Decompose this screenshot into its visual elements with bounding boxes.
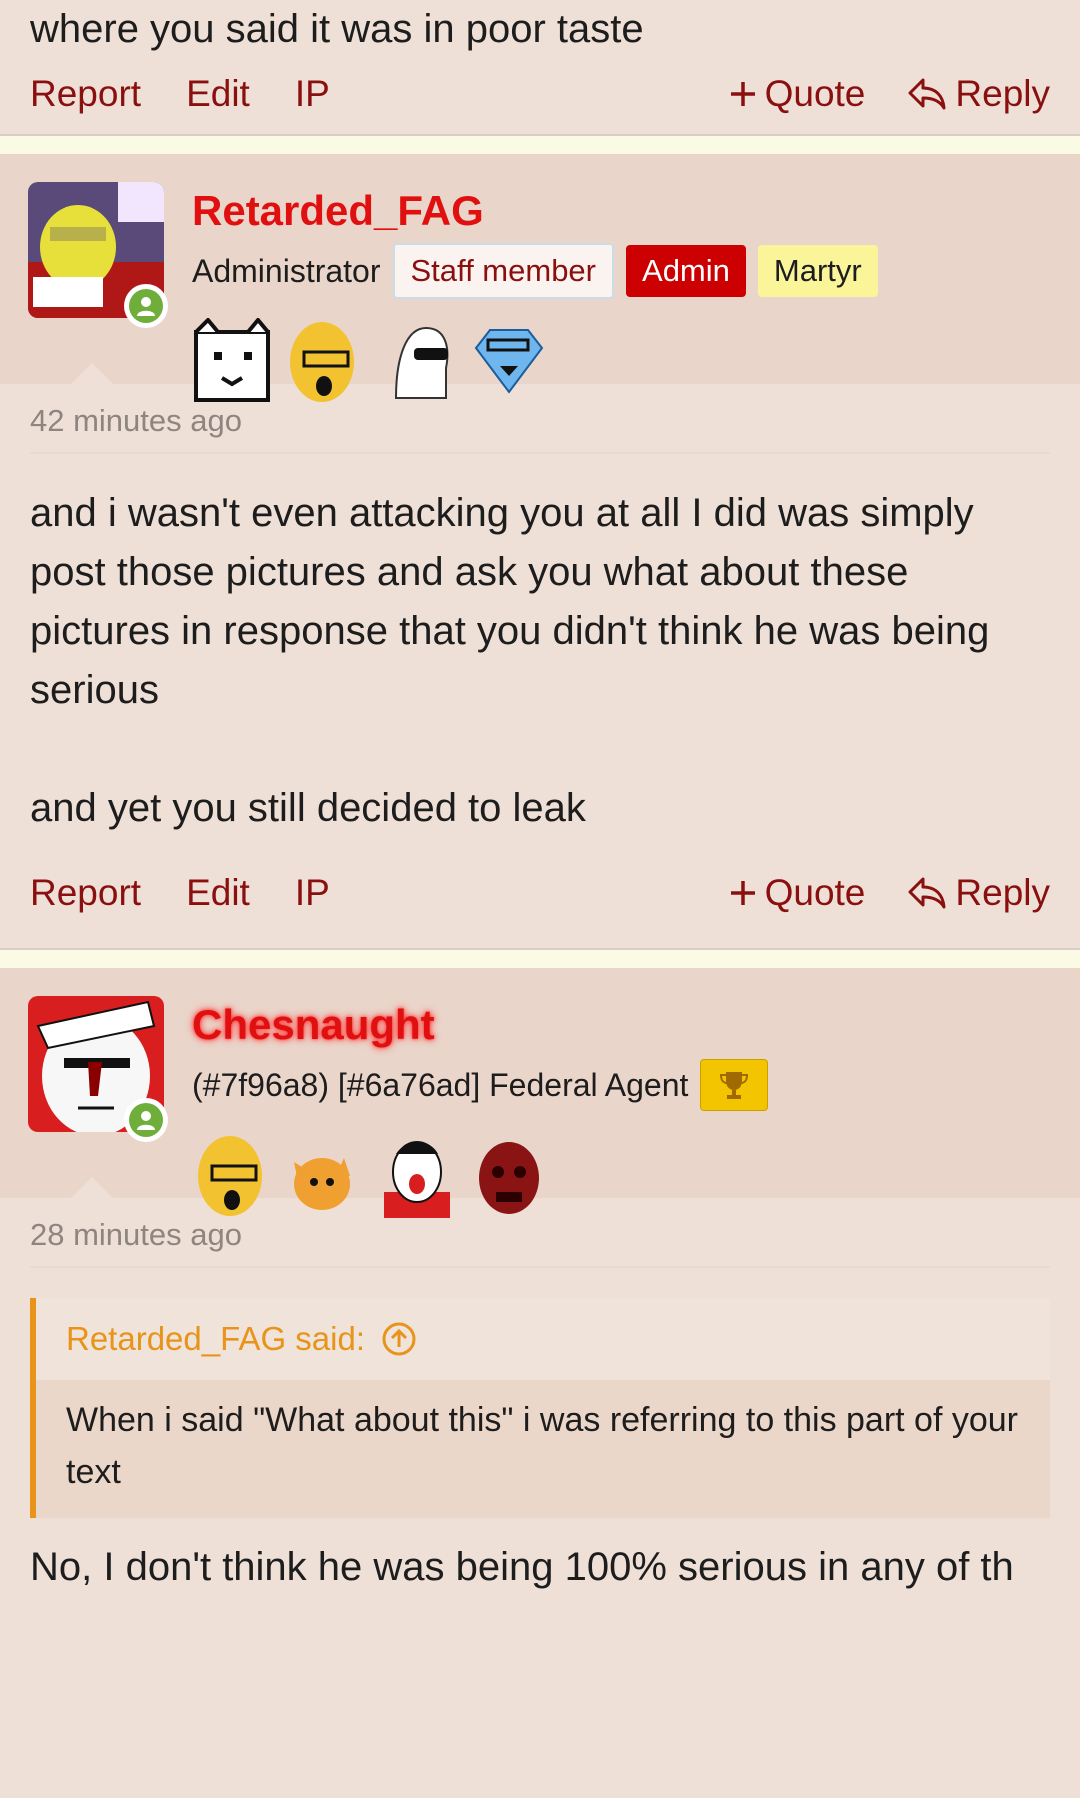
user-icon [137,297,155,316]
reply-label: Reply [955,872,1050,913]
ip-link[interactable]: IP [295,73,330,115]
quote-text: When i said "What about this" i was refe… [36,1380,1050,1518]
skull-award-icon[interactable] [468,1132,550,1218]
post-retarded-fag: Retarded_FAG Administrator Staff member … [0,154,1080,948]
admin-badge: Admin [626,245,746,297]
cat-award-icon[interactable] [192,318,274,404]
trophy-icon [720,1072,749,1099]
divider [30,1266,1050,1268]
report-link[interactable]: Report [30,73,141,115]
reply-icon [908,78,946,110]
user-title: (#7f96a8) [#6a76ad] Federal Agent [192,1066,689,1103]
previous-post-tail: where you said it was in poor taste Repo… [0,0,1080,134]
staff-badge: Staff member [392,243,615,299]
plus-icon [730,82,755,106]
quote-author[interactable]: Retarded_FAG said: [66,1320,365,1358]
ip-link[interactable]: IP [295,872,330,914]
post-chesnaught: Chesnaught (#7f96a8) [#6a76ad] Federal A… [0,968,1080,1597]
post-text: and i wasn't even attacking you at all I… [30,491,990,712]
username[interactable]: Chesnaught [192,996,768,1054]
divider [0,136,1080,154]
martyr-badge: Martyr [757,245,878,297]
user-title: Administrator [192,252,381,289]
screaming-award-icon[interactable] [376,1132,458,1218]
post-text: and yet you still decided to leak [30,786,586,830]
notch [70,363,114,385]
sunglasses-award-icon[interactable] [376,318,458,404]
avatar[interactable] [28,182,168,328]
report-link[interactable]: Report [30,872,141,914]
post-header: Retarded_FAG Administrator Staff member … [0,154,1080,402]
raichu-award-icon[interactable] [284,1132,366,1218]
post-header: Chesnaught (#7f96a8) [#6a76ad] Federal A… [0,968,1080,1218]
online-status [124,284,168,328]
quote-label: Quote [764,73,866,114]
divider [0,950,1080,968]
avatar[interactable] [28,996,168,1142]
quote-button[interactable]: Quote [729,872,866,914]
reply-icon [908,877,946,909]
notch [70,1177,114,1199]
awards [192,312,878,404]
edit-link[interactable]: Edit [186,872,250,914]
trophy-badge [700,1059,769,1111]
username[interactable]: Retarded_FAG [192,182,878,240]
post-text: No, I don't think he was being 100% seri… [30,1545,1014,1589]
online-status [124,1098,168,1142]
user-icon [137,1111,155,1130]
quote-block: Retarded_FAG said: When i said "What abo… [30,1298,1050,1518]
soyjak-award-icon[interactable] [284,318,366,404]
reply-button[interactable]: Reply [907,872,1050,914]
plus-icon [730,881,755,905]
post-actions: Report Edit IP Quote Reply [30,838,1050,948]
divider [30,452,1050,454]
arrow-up-circle-icon[interactable] [381,1321,417,1357]
awards [192,1126,768,1218]
post-text: where you said it was in poor taste [30,7,644,51]
post-actions: Report Edit IP Quote Reply [30,54,1050,134]
soyjak-award-icon[interactable] [192,1132,274,1218]
edit-link[interactable]: Edit [186,73,250,115]
reply-button[interactable]: Reply [907,73,1050,115]
reply-label: Reply [955,73,1050,114]
diamond-award-icon[interactable] [468,318,550,404]
quote-button[interactable]: Quote [729,73,866,115]
quote-label: Quote [764,872,866,913]
